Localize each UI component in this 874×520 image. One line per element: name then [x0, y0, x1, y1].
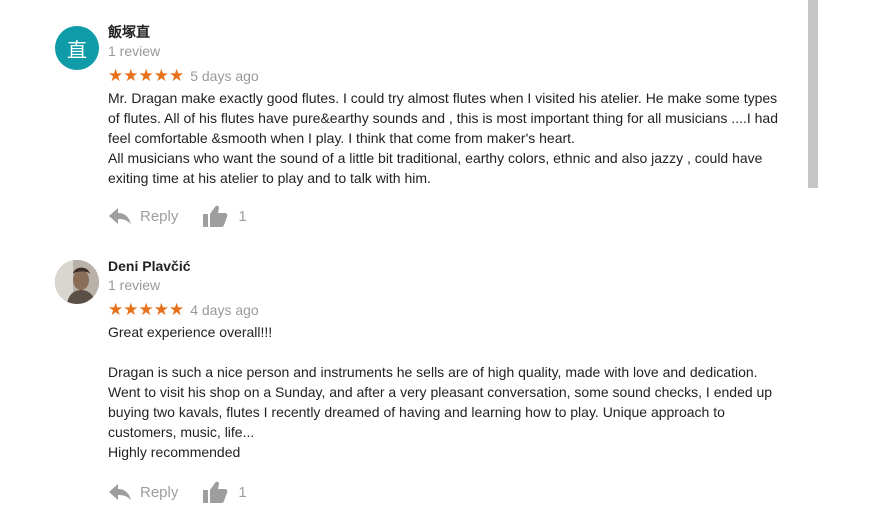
reply-button[interactable]: Reply: [108, 207, 178, 225]
review-actions: Reply 1: [108, 478, 247, 506]
reviewer-name[interactable]: Deni Plavčić: [108, 256, 788, 276]
reply-label: Reply: [140, 207, 179, 225]
reviews-page: 直 飯塚直 1 review ★★★★★ 5 days ago Mr. Draga…: [0, 0, 874, 520]
star-rating: ★★★★★: [108, 300, 185, 319]
star-rating: ★★★★★: [108, 66, 185, 85]
reply-icon: [109, 208, 131, 224]
review-content: Deni Plavčić 1 review ★★★★★ 4 days ago Gr…: [108, 256, 788, 462]
like-button[interactable]: 1: [202, 480, 247, 504]
like-count: 1: [238, 483, 247, 501]
review-content: 飯塚直 1 review ★★★★★ 5 days ago Mr. Dragan …: [108, 22, 788, 188]
avatar[interactable]: [55, 260, 99, 304]
review-date: 5 days ago: [190, 68, 259, 84]
avatar-photo: [55, 260, 99, 304]
reviewer-review-count[interactable]: 1 review: [108, 42, 788, 60]
review-text: Great experience overall!!! Dragan is su…: [108, 324, 773, 460]
review-actions: Reply 1: [108, 202, 247, 230]
reply-button[interactable]: Reply: [108, 483, 178, 501]
review-meta: ★★★★★ 5 days ago: [108, 66, 788, 86]
scrollbar-thumb[interactable]: [808, 0, 818, 188]
reply-label: Reply: [140, 483, 179, 501]
review-meta: ★★★★★ 4 days ago: [108, 300, 788, 320]
thumbs-up-icon: [203, 481, 228, 503]
like-count: 1: [238, 207, 247, 225]
avatar-letter: 直: [67, 37, 87, 62]
like-button[interactable]: 1: [202, 204, 247, 228]
review-date: 4 days ago: [190, 302, 259, 318]
avatar[interactable]: 直: [55, 26, 99, 70]
thumbs-up-icon: [203, 205, 228, 227]
reviewer-name[interactable]: 飯塚直: [108, 22, 788, 42]
review-text: Mr. Dragan make exactly good flutes. I c…: [108, 90, 779, 186]
reply-icon: [109, 484, 131, 500]
reviewer-review-count[interactable]: 1 review: [108, 276, 788, 294]
